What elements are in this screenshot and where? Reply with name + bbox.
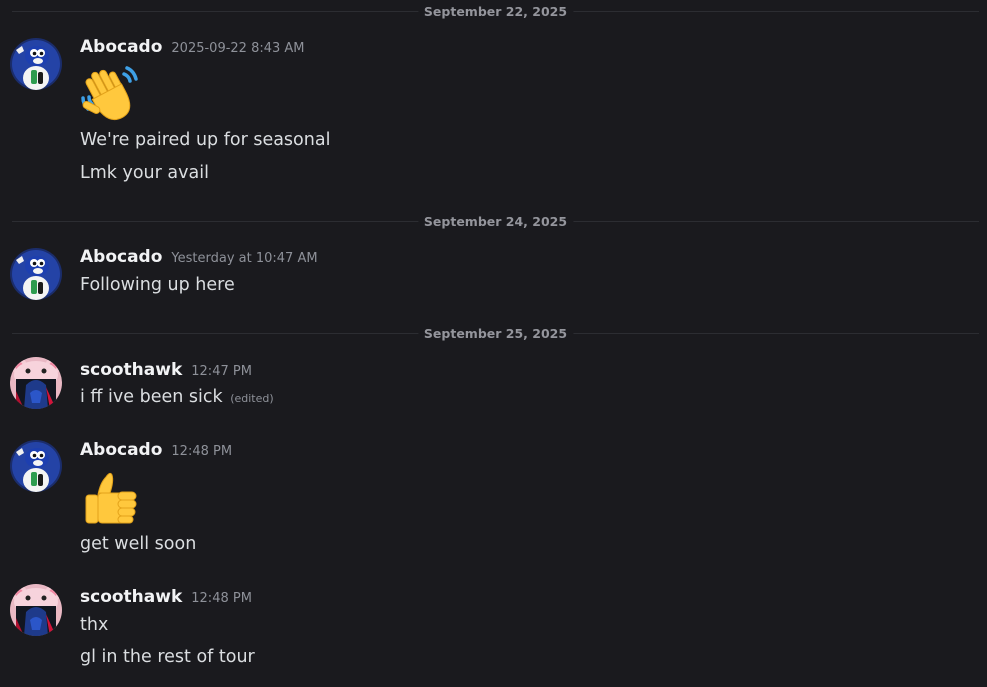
date-divider: September 24, 2025 bbox=[12, 214, 979, 229]
avatar[interactable] bbox=[10, 440, 62, 492]
message-text: Following up here bbox=[80, 275, 235, 295]
author-name[interactable]: Abocado bbox=[80, 247, 162, 267]
message-text: i ff ive been sick (edited) bbox=[80, 387, 274, 407]
message-timestamp[interactable]: 12:48 PM bbox=[191, 591, 252, 606]
date-divider-label: September 25, 2025 bbox=[417, 326, 574, 341]
message-timestamp[interactable]: Yesterday at 10:47 AM bbox=[171, 251, 317, 266]
bird-mascot-avatar-icon bbox=[10, 38, 62, 90]
waving-hand-emoji[interactable] bbox=[80, 62, 144, 126]
date-divider: September 22, 2025 bbox=[12, 4, 979, 19]
author-name[interactable]: scoothawk bbox=[80, 587, 182, 607]
message-text: gl in the rest of tour bbox=[80, 647, 255, 667]
message-timestamp[interactable]: 12:48 PM bbox=[171, 444, 232, 459]
bird-mascot-avatar-icon bbox=[10, 440, 62, 492]
author-name[interactable]: Abocado bbox=[80, 37, 162, 57]
message-text: thx bbox=[80, 615, 109, 635]
message-timestamp[interactable]: 12:47 PM bbox=[191, 364, 252, 379]
message-text: get well soon bbox=[80, 534, 197, 554]
message-text: We're paired up for seasonal bbox=[80, 130, 331, 150]
thumbs-up-emoji[interactable] bbox=[80, 465, 144, 529]
avatar[interactable] bbox=[10, 584, 62, 636]
message-timestamp[interactable]: 2025-09-22 8:43 AM bbox=[171, 41, 304, 56]
avatar[interactable] bbox=[10, 357, 62, 409]
author-name[interactable]: scoothawk bbox=[80, 360, 182, 380]
date-divider-label: September 24, 2025 bbox=[417, 214, 574, 229]
avatar[interactable] bbox=[10, 38, 62, 90]
pink-bear-hood-avatar-icon bbox=[10, 584, 62, 636]
waving-hand-emoji-icon bbox=[80, 62, 144, 126]
date-divider-label: September 22, 2025 bbox=[417, 4, 574, 19]
bird-mascot-avatar-icon bbox=[10, 248, 62, 300]
edited-indicator: (edited) bbox=[230, 392, 274, 405]
thumbs-up-emoji-icon bbox=[80, 465, 144, 529]
message-list[interactable]: September 22, 2025 Abocado 2025-09-22 8:4… bbox=[0, 0, 987, 687]
message-text: Lmk your avail bbox=[80, 163, 209, 183]
avatar[interactable] bbox=[10, 248, 62, 300]
date-divider: September 25, 2025 bbox=[12, 326, 979, 341]
author-name[interactable]: Abocado bbox=[80, 440, 162, 460]
message-text-content: i ff ive been sick bbox=[80, 387, 223, 407]
pink-bear-hood-avatar-icon bbox=[10, 357, 62, 409]
